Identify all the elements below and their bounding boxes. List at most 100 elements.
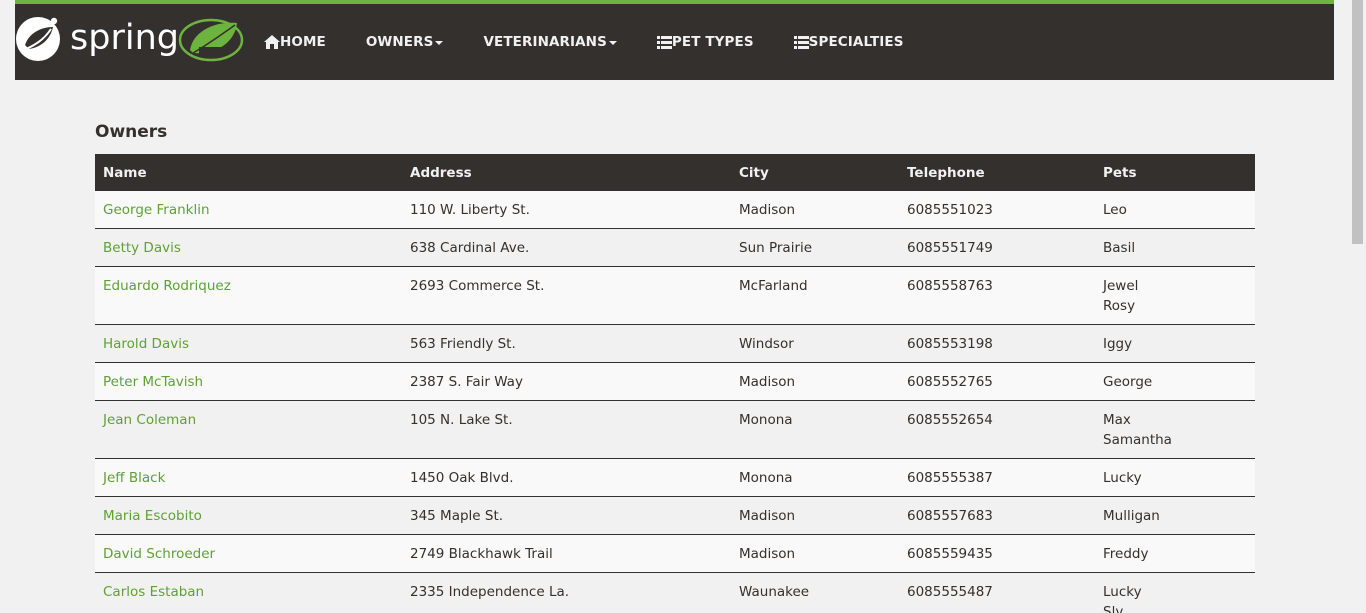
pet-name: Rosy <box>1103 298 1136 314</box>
nav-specialties-label: SPECIALTIES <box>808 34 904 50</box>
nav-owners-label: OWNERS <box>365 34 434 50</box>
table-row: Jean Coleman 105 N. Lake St. Monona 6085552… <box>95 400 1255 459</box>
cell-name: Carlos Estaban <box>95 572 402 613</box>
cell-city: Madison <box>731 362 899 401</box>
main-nav: HOME OWNERS VETERINARIANS PET TYPES SPEC… <box>264 4 944 80</box>
cell-name: Betty Davis <box>95 228 402 267</box>
pet-name: Freddy <box>1103 546 1149 562</box>
list-icon <box>656 35 672 49</box>
cell-pets: Iggy <box>1095 324 1255 363</box>
spring-logo[interactable]: spring <box>15 13 245 63</box>
cell-telephone: 6085552765 <box>899 362 1095 401</box>
vertical-scrollbar[interactable] <box>1349 0 1366 613</box>
cell-name: David Schroeder <box>95 534 402 573</box>
nav-home-label: HOME <box>280 34 326 50</box>
cell-address: 638 Cardinal Ave. <box>402 228 731 267</box>
cell-name: Jeff Black <box>95 458 402 497</box>
table-row: David Schroeder 2749 Blackhawk Trail Madis… <box>95 534 1255 573</box>
cell-city: Monona <box>731 458 899 497</box>
owner-name-link[interactable]: Jeff Black <box>103 470 165 486</box>
pet-name: Lucky <box>1103 584 1142 600</box>
cell-city: Sun Prairie <box>731 228 899 267</box>
cell-address: 563 Friendly St. <box>402 324 731 363</box>
home-icon <box>264 35 280 49</box>
pet-name: Samantha <box>1103 432 1172 448</box>
list-icon <box>793 35 809 49</box>
nav-pet-types-label: PET TYPES <box>671 34 754 50</box>
cell-city: Waunakee <box>731 572 899 613</box>
table-row: Betty Davis 638 Cardinal Ave. Sun Prairie 6… <box>95 228 1255 267</box>
cell-pets: Mulligan <box>1095 496 1255 535</box>
cell-pets: Leo <box>1095 191 1255 229</box>
nav-home[interactable]: HOME <box>264 34 326 50</box>
caret-down-icon <box>608 40 617 45</box>
owner-name-link[interactable]: George Franklin <box>103 202 210 218</box>
cell-name: George Franklin <box>95 191 402 229</box>
cell-city: Madison <box>731 534 899 573</box>
cell-pets: Basil <box>1095 228 1255 267</box>
column-header-address: Address <box>402 154 731 191</box>
table-row: Maria Escobito 345 Maple St. Madison 608555… <box>95 496 1255 535</box>
owners-table-body: George Franklin 110 W. Liberty St. Madison… <box>95 191 1255 613</box>
table-row: Harold Davis 563 Friendly St. Windsor 60855… <box>95 324 1255 363</box>
navbar: spring HOME OWNERS VETERINARIANS PET TYP… <box>15 0 1334 80</box>
owner-name-link[interactable]: David Schroeder <box>103 546 215 562</box>
page-title: Owners <box>95 122 168 142</box>
cell-address: 345 Maple St. <box>402 496 731 535</box>
owner-name-link[interactable]: Maria Escobito <box>103 508 202 524</box>
column-header-pets: Pets <box>1095 154 1255 191</box>
table-row: George Franklin 110 W. Liberty St. Madison… <box>95 191 1255 229</box>
owner-name-link[interactable]: Betty Davis <box>103 240 181 256</box>
table-row: Peter McTavish 2387 S. Fair Way Madison 608… <box>95 362 1255 401</box>
owner-name-link[interactable]: Harold Davis <box>103 336 189 352</box>
table-row: Eduardo Rodriquez 2693 Commerce St. McFarl… <box>95 266 1255 325</box>
nav-owners[interactable]: OWNERS <box>366 34 444 50</box>
column-header-city: City <box>731 154 899 191</box>
cell-telephone: 6085551749 <box>899 228 1095 267</box>
cell-name: Jean Coleman <box>95 400 402 459</box>
pet-name: Jewel <box>1103 278 1139 294</box>
cell-address: 2693 Commerce St. <box>402 266 731 325</box>
viewport: spring HOME OWNERS VETERINARIANS PET TYP… <box>0 0 1366 613</box>
pet-name: Max <box>1103 412 1131 428</box>
cell-telephone: 6085555387 <box>899 458 1095 497</box>
cell-name: Peter McTavish <box>95 362 402 401</box>
leaf-badge-icon <box>178 18 244 62</box>
nav-specialties[interactable]: SPECIALTIES <box>793 34 904 50</box>
pet-name: Lucky <box>1103 470 1142 486</box>
owner-name-link[interactable]: Jean Coleman <box>103 412 196 428</box>
cell-name: Eduardo Rodriquez <box>95 266 402 325</box>
cell-address: 1450 Oak Blvd. <box>402 458 731 497</box>
cell-name: Maria Escobito <box>95 496 402 535</box>
pet-name: Mulligan <box>1103 508 1160 524</box>
table-row: Jeff Black 1450 Oak Blvd. Monona 6085555387… <box>95 458 1255 497</box>
cell-name: Harold Davis <box>95 324 402 363</box>
scrollbar-thumb[interactable] <box>1352 0 1363 244</box>
cell-city: Windsor <box>731 324 899 363</box>
pet-name: Iggy <box>1103 336 1133 352</box>
cell-address: 105 N. Lake St. <box>402 400 731 459</box>
cell-telephone: 6085558763 <box>899 266 1095 325</box>
owners-table: Name Address City Telephone Pets George … <box>95 154 1255 613</box>
cell-pets: Lucky <box>1095 458 1255 497</box>
owner-name-link[interactable]: Eduardo Rodriquez <box>103 278 231 294</box>
cell-address: 2387 S. Fair Way <box>402 362 731 401</box>
cell-address: 2335 Independence La. <box>402 572 731 613</box>
column-header-name: Name <box>95 154 402 191</box>
cell-pets: Jewel Rosy <box>1095 266 1255 325</box>
nav-veterinarians[interactable]: VETERINARIANS <box>483 34 617 50</box>
cell-city: Madison <box>739 202 796 218</box>
cell-telephone: 6085552654 <box>899 400 1095 459</box>
nav-pet-types[interactable]: PET TYPES <box>656 34 754 50</box>
nav-veterinarians-label: VETERINARIANS <box>483 34 607 50</box>
cell-telephone: 6085553198 <box>899 324 1095 363</box>
pet-name: George <box>1103 374 1153 390</box>
cell-telephone: 6085551023 <box>907 202 993 218</box>
caret-down-icon <box>435 40 444 45</box>
cell-pets: Max Samantha <box>1095 400 1255 459</box>
column-header-telephone: Telephone <box>899 154 1095 191</box>
owner-name-link[interactable]: Carlos Estaban <box>103 584 204 600</box>
owner-name-link[interactable]: Peter McTavish <box>103 374 203 390</box>
pet-name: Sly <box>1103 604 1124 613</box>
pet-name: Basil <box>1103 240 1136 256</box>
